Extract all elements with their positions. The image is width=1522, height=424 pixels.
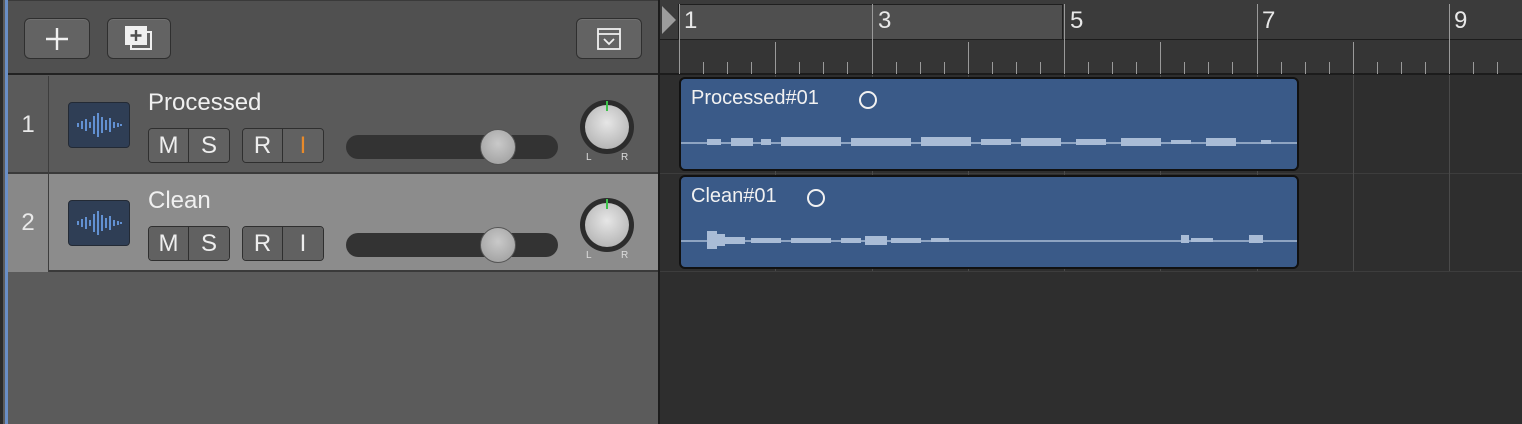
track-header-toolbar [8, 0, 659, 75]
ruler-minor-tick [1184, 62, 1185, 74]
ruler-minor-tick [896, 62, 897, 74]
ruler-minor-tick [799, 62, 800, 74]
pan-knob[interactable] [580, 198, 634, 252]
audio-waveform-icon[interactable] [68, 200, 130, 246]
track-name[interactable]: Processed [148, 89, 261, 117]
ruler-minor-tick [823, 62, 824, 74]
region-name: Clean#01 [691, 185, 777, 207]
track-number: 1 [8, 76, 49, 174]
pan-indicator [606, 101, 608, 111]
region-name: Processed#01 [691, 87, 819, 109]
bar-number: 3 [878, 7, 892, 34]
ruler-minor-tick [727, 62, 728, 74]
volume-fader[interactable] [346, 233, 558, 257]
volume-fader-handle[interactable] [480, 227, 516, 263]
cycle-region[interactable] [678, 4, 1063, 40]
ruler-minor-tick [1136, 62, 1137, 74]
ruler-major-tick [1353, 42, 1354, 74]
solo-button[interactable]: S [189, 129, 229, 162]
bar-grid-line [1353, 75, 1354, 271]
pan-left-label: L [586, 250, 592, 261]
ruler-minor-tick [944, 62, 945, 74]
dropdown-panel-icon [597, 27, 621, 50]
logic-arrange-window: 1 Processed M S R I L R 2 Clean M S R I … [0, 0, 1522, 424]
loop-circle-icon[interactable] [807, 189, 825, 207]
ruler-minor-tick [751, 62, 752, 74]
ruler-minor-tick [1473, 62, 1474, 74]
audio-region-processed[interactable]: Processed#01 [679, 77, 1299, 171]
record-input-group: R I [242, 128, 324, 163]
ruler-major-tick [1257, 4, 1258, 74]
ruler-minor-tick [1425, 62, 1426, 74]
volume-fader[interactable] [346, 135, 558, 159]
ruler-major-tick [968, 42, 969, 74]
ruler-minor-tick [992, 62, 993, 74]
ruler-major-tick [1449, 4, 1450, 74]
track-row-1[interactable]: 1 Processed M S R I L R [8, 76, 659, 174]
pan-indicator [606, 199, 608, 209]
ruler-minor-tick [1208, 62, 1209, 74]
mute-solo-group: M S [148, 226, 230, 261]
pan-right-label: R [621, 250, 629, 261]
ruler-minor-tick [1401, 62, 1402, 74]
ruler-minor-tick [1112, 62, 1113, 74]
ruler-major-tick [872, 4, 873, 74]
ruler-minor-tick [1232, 62, 1233, 74]
add-duplicate-icon [125, 25, 152, 50]
ruler-minor-tick [1329, 62, 1330, 74]
ruler-minor-tick [1377, 62, 1378, 74]
pan-left-label: L [586, 152, 592, 163]
region-waveform [681, 137, 1297, 146]
mute-button[interactable]: M [149, 129, 189, 162]
audio-region-clean[interactable]: Clean#01 [679, 175, 1299, 269]
ruler-minor-tick [1016, 62, 1017, 74]
ruler-major-tick [1160, 42, 1161, 74]
ruler-major-tick [775, 42, 776, 74]
solo-button[interactable]: S [189, 227, 229, 260]
track-row-2[interactable]: 2 Clean M S R I L R [8, 174, 659, 272]
add-track-button[interactable] [24, 18, 90, 59]
bar-number: 9 [1454, 7, 1468, 34]
loop-circle-icon[interactable] [859, 91, 877, 109]
ruler-minor-tick [1040, 62, 1041, 74]
ruler-major-tick [1064, 4, 1065, 74]
global-tracks-button[interactable] [576, 18, 642, 59]
record-enable-button[interactable]: R [243, 227, 283, 260]
ruler-minor-tick [920, 62, 921, 74]
bar-grid-line [1449, 75, 1450, 271]
plus-icon [46, 27, 68, 50]
ruler-minor-tick [1305, 62, 1306, 74]
lane-separator [660, 173, 1522, 174]
new-track-with-duplicate-button[interactable] [107, 18, 171, 59]
ruler-major-tick [679, 4, 680, 74]
record-enable-button[interactable]: R [243, 129, 283, 162]
input-monitor-button[interactable]: I [283, 129, 323, 162]
track-number: 2 [8, 174, 49, 272]
mute-button[interactable]: M [149, 227, 189, 260]
record-input-group: R I [242, 226, 324, 261]
audio-waveform-icon[interactable] [68, 102, 130, 148]
bar-number: 7 [1262, 7, 1276, 34]
mute-solo-group: M S [148, 128, 230, 163]
lane-separator [660, 271, 1522, 272]
input-monitor-button[interactable]: I [283, 227, 323, 260]
playhead-marker-icon[interactable] [662, 6, 676, 34]
ruler-minor-tick [1088, 62, 1089, 74]
track-name[interactable]: Clean [148, 187, 211, 215]
ruler-minor-tick [1281, 62, 1282, 74]
bar-number: 5 [1070, 7, 1084, 34]
ruler-minor-tick [1497, 62, 1498, 74]
bar-number: 1 [684, 7, 698, 34]
pan-knob[interactable] [580, 100, 634, 154]
region-waveform [681, 231, 1297, 249]
ruler-minor-tick [703, 62, 704, 74]
ruler-minor-tick [847, 62, 848, 74]
pan-right-label: R [621, 152, 629, 163]
volume-fader-handle[interactable] [480, 129, 516, 165]
